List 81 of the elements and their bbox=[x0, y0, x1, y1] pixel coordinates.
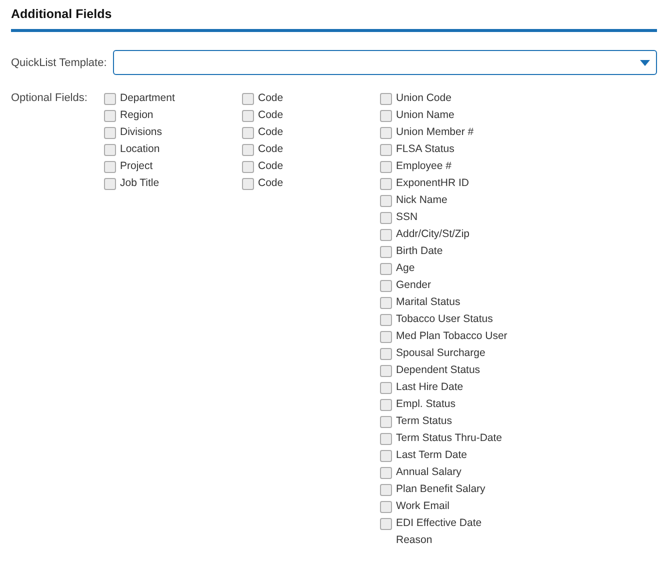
checkbox-label: Age bbox=[396, 261, 415, 276]
checkbox-label: Job Title bbox=[120, 176, 160, 191]
checkbox[interactable] bbox=[380, 246, 392, 258]
checkbox[interactable] bbox=[104, 93, 116, 105]
checkbox[interactable] bbox=[380, 365, 392, 377]
checkbox-label: Tobacco User Status bbox=[396, 312, 493, 327]
checkbox-label: Location bbox=[120, 142, 160, 157]
checkbox[interactable] bbox=[380, 212, 392, 224]
checkbox-label: Addr/City/St/Zip bbox=[396, 227, 470, 242]
checkbox[interactable] bbox=[380, 144, 392, 156]
checkbox[interactable] bbox=[104, 110, 116, 122]
checkbox-label: Project bbox=[120, 159, 153, 174]
checkbox[interactable] bbox=[380, 161, 392, 173]
checkbox[interactable] bbox=[104, 127, 116, 139]
checkbox-label: Dependent Status bbox=[396, 363, 480, 378]
checkbox-label: Spousal Surcharge bbox=[396, 346, 486, 361]
checkbox[interactable] bbox=[380, 127, 392, 139]
checkbox-label: EDI Effective Date Reason bbox=[396, 516, 483, 548]
checkbox[interactable] bbox=[380, 331, 392, 343]
checkbox-label: SSN bbox=[396, 210, 418, 225]
checkbox-label: Empl. Status bbox=[396, 397, 456, 412]
checkbox-label: Code bbox=[258, 159, 284, 174]
checkbox[interactable] bbox=[380, 229, 392, 241]
checkbox[interactable] bbox=[242, 93, 254, 105]
checkbox-label: Code bbox=[258, 176, 284, 191]
quicklist-template-dropdown[interactable] bbox=[112, 50, 657, 75]
checkbox-label: Term Status Thru-Date bbox=[396, 431, 502, 446]
checkbox-label: Birth Date bbox=[396, 244, 443, 259]
checkbox-label: Med Plan Tobacco User bbox=[396, 329, 508, 344]
caret-icon bbox=[640, 60, 650, 66]
checkbox-label: Union Member # bbox=[396, 125, 474, 140]
checkbox[interactable] bbox=[380, 518, 392, 530]
checkbox[interactable] bbox=[380, 501, 392, 513]
checkbox[interactable] bbox=[242, 178, 254, 190]
checkbox-label: Plan Benefit Salary bbox=[396, 482, 486, 497]
checkbox-label: Last Hire Date bbox=[396, 380, 464, 395]
section-title: Additional Fields bbox=[11, 6, 113, 23]
checkbox-label: Code bbox=[258, 91, 284, 106]
checkbox-label: Code bbox=[258, 108, 284, 123]
checkbox-label: Nick Name bbox=[396, 193, 448, 208]
checkbox-label: Work Email bbox=[396, 499, 450, 514]
checkbox-label: Term Status bbox=[396, 414, 452, 429]
checkbox[interactable] bbox=[380, 348, 392, 360]
checkbox-label: Code bbox=[258, 142, 284, 157]
checkbox[interactable] bbox=[380, 195, 392, 207]
checkbox[interactable] bbox=[380, 110, 392, 122]
checkbox[interactable] bbox=[242, 127, 254, 139]
checkbox-label: Annual Salary bbox=[396, 465, 462, 480]
checkbox[interactable] bbox=[380, 263, 392, 275]
checkbox[interactable] bbox=[380, 280, 392, 292]
checkbox[interactable] bbox=[380, 399, 392, 411]
checkbox-label: ExponentHR ID bbox=[396, 176, 469, 191]
checkbox[interactable] bbox=[380, 382, 392, 394]
checkbox[interactable] bbox=[380, 178, 392, 190]
checkbox[interactable] bbox=[242, 161, 254, 173]
checkbox[interactable] bbox=[104, 144, 116, 156]
checkbox[interactable] bbox=[380, 467, 392, 479]
checkbox[interactable] bbox=[104, 161, 116, 173]
checkbox[interactable] bbox=[380, 433, 392, 445]
checkbox[interactable] bbox=[380, 297, 392, 309]
checkbox-label: Last Term Date bbox=[396, 448, 468, 463]
checkbox-label: Gender bbox=[396, 278, 432, 293]
field-label: Optional Fields: bbox=[11, 91, 88, 106]
checkbox-label: Code bbox=[258, 125, 284, 140]
checkbox-label: Union Name bbox=[396, 108, 454, 123]
checkbox[interactable] bbox=[380, 450, 392, 462]
checkbox-label: Marital Status bbox=[396, 295, 460, 310]
checkbox-label: Region bbox=[120, 108, 154, 123]
field-label: QuickList Template: bbox=[11, 56, 107, 68]
checkbox-label: Employee # bbox=[396, 159, 452, 174]
checkbox[interactable] bbox=[380, 416, 392, 428]
checkbox-label: Union Code bbox=[396, 91, 452, 106]
checkbox-label: Divisions bbox=[120, 125, 162, 140]
checkbox[interactable] bbox=[242, 144, 254, 156]
checkbox[interactable] bbox=[242, 110, 254, 122]
checkbox[interactable] bbox=[380, 93, 392, 105]
checkbox[interactable] bbox=[380, 484, 392, 496]
checkbox[interactable] bbox=[104, 178, 116, 190]
checkbox[interactable] bbox=[380, 314, 392, 326]
checkbox-label: FLSA Status bbox=[396, 142, 454, 157]
checkbox-label: Department bbox=[120, 91, 175, 106]
